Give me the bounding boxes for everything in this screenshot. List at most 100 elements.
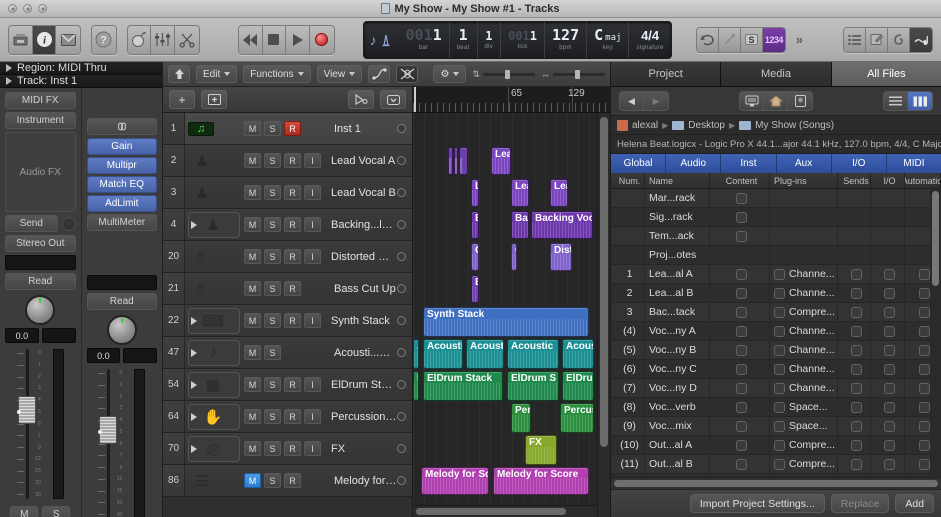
column-plugins[interactable]: Plug-ins	[770, 173, 838, 188]
region[interactable]	[448, 147, 453, 175]
lcd-div[interactable]: 1 div	[478, 21, 502, 58]
checkbox[interactable]	[774, 382, 785, 394]
checkbox[interactable]	[884, 363, 895, 375]
track-icon-wrap[interactable]: ♬	[188, 276, 240, 302]
checkbox[interactable]	[919, 420, 930, 432]
checkbox[interactable]	[884, 306, 895, 318]
track-row[interactable]: 47 ♪ MS Acousti...Stack	[163, 337, 412, 369]
checkbox[interactable]	[736, 439, 747, 451]
checkbox[interactable]	[774, 363, 785, 375]
track-row[interactable]: 21 ♬ M S R Bass Cut Up	[163, 273, 412, 305]
snap-settings-button[interactable]: ⚙	[433, 65, 467, 83]
column-num[interactable]: Num.	[611, 173, 645, 188]
track-mute-button[interactable]: M	[244, 313, 261, 328]
checkbox[interactable]	[736, 382, 747, 394]
send-knob[interactable]	[61, 216, 76, 231]
region[interactable]: Lea	[491, 147, 511, 175]
checkbox[interactable]	[884, 268, 895, 280]
track-input-button[interactable]: I	[304, 217, 321, 232]
stack-disclosure-icon[interactable]	[191, 380, 197, 389]
track-volume-knob[interactable]	[397, 188, 406, 197]
checkbox[interactable]	[736, 211, 747, 223]
automation-curve-icon[interactable]	[368, 65, 391, 83]
region[interactable]: Backing Voca	[531, 211, 593, 239]
track-volume-knob[interactable]	[397, 348, 406, 357]
lcd-tempo[interactable]: 127 bpm	[545, 21, 588, 58]
hzoom-track[interactable]	[553, 69, 605, 79]
region[interactable]	[459, 147, 468, 175]
region[interactable]: FX	[525, 435, 557, 465]
track-solo-button[interactable]: S	[264, 313, 281, 328]
region[interactable]: Dist	[550, 243, 572, 271]
track-row[interactable]: 4 ♟ MSRI Backing...ls Stack	[163, 209, 412, 241]
menu-functions[interactable]: Functions	[243, 65, 311, 83]
filter-aux[interactable]: Aux	[776, 154, 832, 173]
forward-button[interactable]: ▶	[644, 92, 668, 110]
checkbox[interactable]	[850, 401, 862, 413]
file-row[interactable]: (4) Voc...ny A Channe...	[611, 322, 941, 341]
inspector-icon[interactable]: i	[32, 25, 57, 54]
tab-project[interactable]: Project	[611, 62, 722, 86]
checkbox[interactable]	[774, 439, 785, 451]
audio-fx-slots[interactable]: Audio FX	[5, 132, 76, 212]
plugin-slot-multipressor[interactable]: Multipr	[86, 157, 157, 174]
track-volume-knob[interactable]	[397, 284, 406, 293]
checkbox[interactable]	[884, 439, 895, 451]
checkbox[interactable]	[850, 363, 862, 375]
region[interactable]: Acoustic	[507, 339, 559, 369]
track-mute-button[interactable]: M	[244, 185, 261, 200]
region[interactable]: C	[471, 243, 479, 271]
track-input-button[interactable]: I	[304, 249, 321, 264]
lcd-key[interactable]: C maj key	[587, 21, 630, 58]
vzoom-handle[interactable]	[505, 69, 510, 79]
checkbox[interactable]	[736, 401, 747, 413]
file-row[interactable]: Proj...otes	[611, 246, 941, 265]
checkbox[interactable]	[919, 458, 930, 470]
track-volume-knob[interactable]	[397, 220, 406, 229]
region[interactable]: Lea	[550, 179, 568, 207]
track-icon-wrap[interactable]: ♪	[188, 339, 240, 366]
column-name[interactable]: Name	[645, 173, 710, 188]
track-input-button[interactable]: I	[304, 153, 321, 168]
region[interactable]: Lea	[511, 179, 529, 207]
lcd-beat[interactable]: 1 beat	[450, 21, 478, 58]
stack-disclosure-icon[interactable]	[191, 444, 197, 453]
track-input-button[interactable]: I	[304, 185, 321, 200]
track-inspector-header[interactable]: Track: Inst 1	[0, 75, 162, 88]
checkbox[interactable]	[774, 325, 785, 337]
track-protect-icon[interactable]	[348, 90, 374, 109]
track-input-button[interactable]: I	[304, 377, 321, 392]
track-name[interactable]: Synth Stack	[331, 315, 397, 327]
file-row[interactable]: 1 Lea...al A Channe...	[611, 265, 941, 284]
count-in-icon[interactable]: 1234	[762, 27, 785, 52]
track-name[interactable]: Inst 1	[334, 123, 397, 135]
checkbox[interactable]	[736, 344, 747, 356]
track-volume-knob[interactable]	[397, 252, 406, 261]
checkbox[interactable]	[850, 268, 862, 280]
track-mute-button[interactable]: M	[244, 441, 261, 456]
checkbox[interactable]	[736, 230, 747, 242]
breadcrumb-desktop[interactable]: Desktop	[688, 120, 725, 131]
track-icon-wrap[interactable]: ◎	[188, 435, 240, 462]
column-automation[interactable]: Automation	[905, 173, 941, 188]
file-row[interactable]: (10) Out...al A Compre...	[611, 436, 941, 455]
track-volume-knob[interactable]	[397, 476, 406, 485]
checkbox[interactable]	[736, 306, 747, 318]
track-mute-button[interactable]: M	[244, 473, 261, 488]
track-record-button[interactable]: R	[284, 313, 301, 328]
track-row[interactable]: 54 ▦ M S R I ElDrum Stack	[163, 369, 412, 401]
track-record-button[interactable]: R	[284, 377, 301, 392]
checkbox[interactable]	[919, 363, 930, 375]
track-solo-button[interactable]: S	[264, 345, 281, 360]
instrument-slot[interactable]: Instrument	[5, 112, 76, 129]
arrange-vscroll-thumb[interactable]	[600, 117, 608, 447]
track-name[interactable]: Backing...ls Stack	[331, 219, 397, 231]
region[interactable]: Acoustic	[466, 339, 504, 369]
checkbox[interactable]	[850, 382, 862, 394]
breadcrumb[interactable]: alexal ▶ Desktop ▶ My Show (Songs)	[611, 116, 941, 135]
track-record-button[interactable]: R	[284, 441, 301, 456]
checkbox[interactable]	[774, 287, 785, 299]
checkbox[interactable]	[736, 287, 747, 299]
checkbox[interactable]	[736, 458, 747, 470]
lcd-bar[interactable]: 0011 bar	[399, 21, 450, 58]
